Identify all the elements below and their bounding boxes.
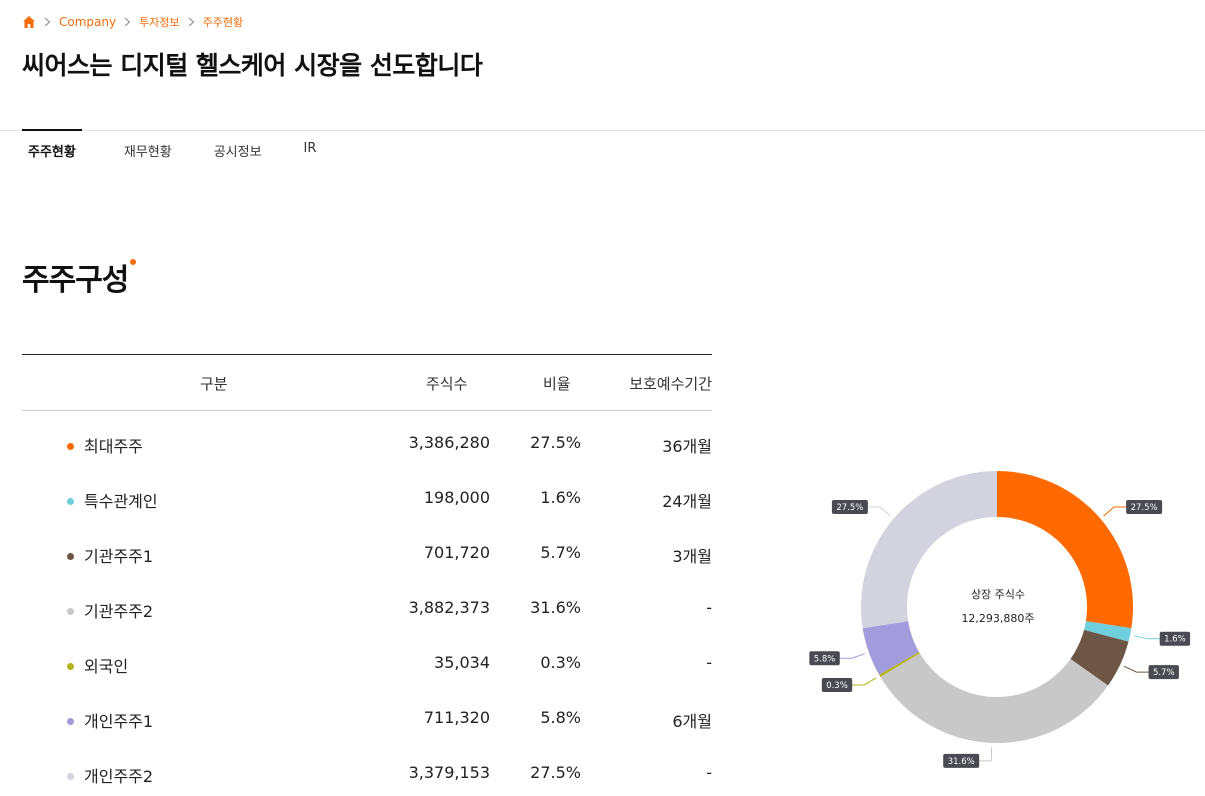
- legend-dot: [67, 498, 74, 505]
- breadcrumb-item-company[interactable]: Company: [59, 15, 116, 29]
- donut-slice[interactable]: [997, 471, 1133, 629]
- row-shares: 711,320: [423, 708, 490, 727]
- row-ratio: 31.6%: [530, 598, 581, 617]
- row-category: 특수관계인: [84, 492, 158, 511]
- tab-financials[interactable]: 재무현황: [124, 130, 172, 160]
- row-lockup: -: [706, 653, 712, 672]
- shareholder-table: 구분 주식수 비율 보호예수기간 최대주주 3,386,280 27.5% 36개월특…: [22, 354, 712, 796]
- row-shares: 198,000: [423, 488, 490, 507]
- row-category: 개인주주1: [84, 712, 154, 731]
- tab-shareholders[interactable]: 주주현황: [22, 129, 82, 160]
- row-ratio: 0.3%: [540, 653, 581, 672]
- home-icon[interactable]: [22, 15, 36, 29]
- data-label: 5.8%: [814, 654, 836, 664]
- header-shares: 주식수: [426, 375, 468, 393]
- row-category: 기관주주1: [84, 547, 154, 566]
- row-lockup: -: [706, 598, 712, 617]
- row-lockup: 6개월: [672, 712, 712, 731]
- legend-dot: [67, 718, 74, 725]
- row-lockup: -: [706, 763, 712, 782]
- chart-center-total: 12,293,880주: [961, 612, 1035, 625]
- chevron-right-icon: [44, 17, 51, 27]
- section-title: 주주구성: [22, 263, 129, 298]
- data-label: 27.5%: [836, 503, 863, 513]
- row-lockup: 3개월: [672, 547, 712, 566]
- tab-ir[interactable]: IR: [304, 130, 317, 156]
- row-shares: 3,379,153: [408, 763, 490, 782]
- table-row: 외국인 35,034 0.3% -: [22, 631, 712, 686]
- row-category: 외국인: [84, 657, 129, 676]
- breadcrumb: Company 투자정보 주주현황: [22, 12, 243, 32]
- chart-center-label: 상장 주식수: [970, 588, 1026, 601]
- table-header: 구분 주식수 비율 보호예수기간: [22, 354, 712, 411]
- tab-disclosures[interactable]: 공시정보: [214, 130, 262, 160]
- header-lockup: 보호예수기간: [629, 375, 712, 393]
- breadcrumb-item-shareholders[interactable]: 주주현황: [203, 14, 243, 30]
- row-ratio: 5.8%: [540, 708, 581, 727]
- breadcrumb-item-investment[interactable]: 투자정보: [139, 14, 179, 30]
- row-lockup: 24개월: [662, 492, 712, 511]
- row-ratio: 1.6%: [540, 488, 581, 507]
- label-leader-line: [1123, 665, 1149, 673]
- header-ratio: 비율: [543, 375, 571, 393]
- title-accent-dot: [130, 259, 136, 265]
- row-category: 최대주주: [84, 437, 143, 456]
- row-ratio: 27.5%: [530, 763, 581, 782]
- table-row: 개인주주1 711,320 5.8% 6개월: [22, 686, 712, 741]
- label-leader-line: [852, 677, 877, 686]
- legend-dot: [67, 773, 74, 780]
- table-row: 기관주주1 701,720 5.7% 3개월: [22, 521, 712, 576]
- data-label: 27.5%: [1131, 503, 1158, 513]
- row-shares: 701,720: [423, 543, 490, 562]
- data-label: 0.3%: [826, 681, 848, 691]
- label-leader-line: [1133, 635, 1160, 640]
- table-row: 특수관계인 198,000 1.6% 24개월: [22, 466, 712, 521]
- label-leader-line: [979, 746, 993, 762]
- chevron-right-icon: [188, 17, 195, 27]
- row-shares: 3,386,280: [408, 433, 490, 452]
- legend-dot: [67, 663, 74, 670]
- data-label: 31.6%: [948, 757, 975, 767]
- row-ratio: 27.5%: [530, 433, 581, 452]
- page-title: 씨어스는 디지털 헬스케어 시장을 선도합니다: [22, 51, 483, 80]
- legend-dot: [67, 443, 74, 450]
- donut-slice[interactable]: [861, 471, 997, 629]
- label-leader-line: [839, 653, 866, 659]
- row-category: 개인주주2: [84, 767, 154, 786]
- donut-slice[interactable]: [880, 653, 1109, 743]
- data-label: 5.7%: [1153, 668, 1175, 678]
- tab-bar: 주주현황 재무현황 공시정보 IR: [22, 129, 358, 160]
- row-shares: 3,882,373: [408, 598, 490, 617]
- data-label: 1.6%: [1164, 635, 1186, 645]
- shareholder-donut-chart: 27.5% 1.6% 5.7% 31.6% 0.3% 5.8% 27.5% 상장 주식수 1…: [800, 460, 1205, 780]
- row-shares: 35,034: [434, 653, 490, 672]
- row-lockup: 36개월: [662, 437, 712, 456]
- row-ratio: 5.7%: [540, 543, 581, 562]
- chevron-right-icon: [124, 17, 131, 27]
- table-row: 최대주주 3,386,280 27.5% 36개월: [22, 411, 712, 466]
- label-leader-line: [1103, 506, 1127, 517]
- legend-dot: [67, 553, 74, 560]
- legend-dot: [67, 608, 74, 615]
- label-leader-line: [867, 506, 891, 517]
- row-category: 기관주주2: [84, 602, 154, 621]
- header-category: 구분: [200, 375, 228, 393]
- table-row: 기관주주2 3,882,373 31.6% -: [22, 576, 712, 631]
